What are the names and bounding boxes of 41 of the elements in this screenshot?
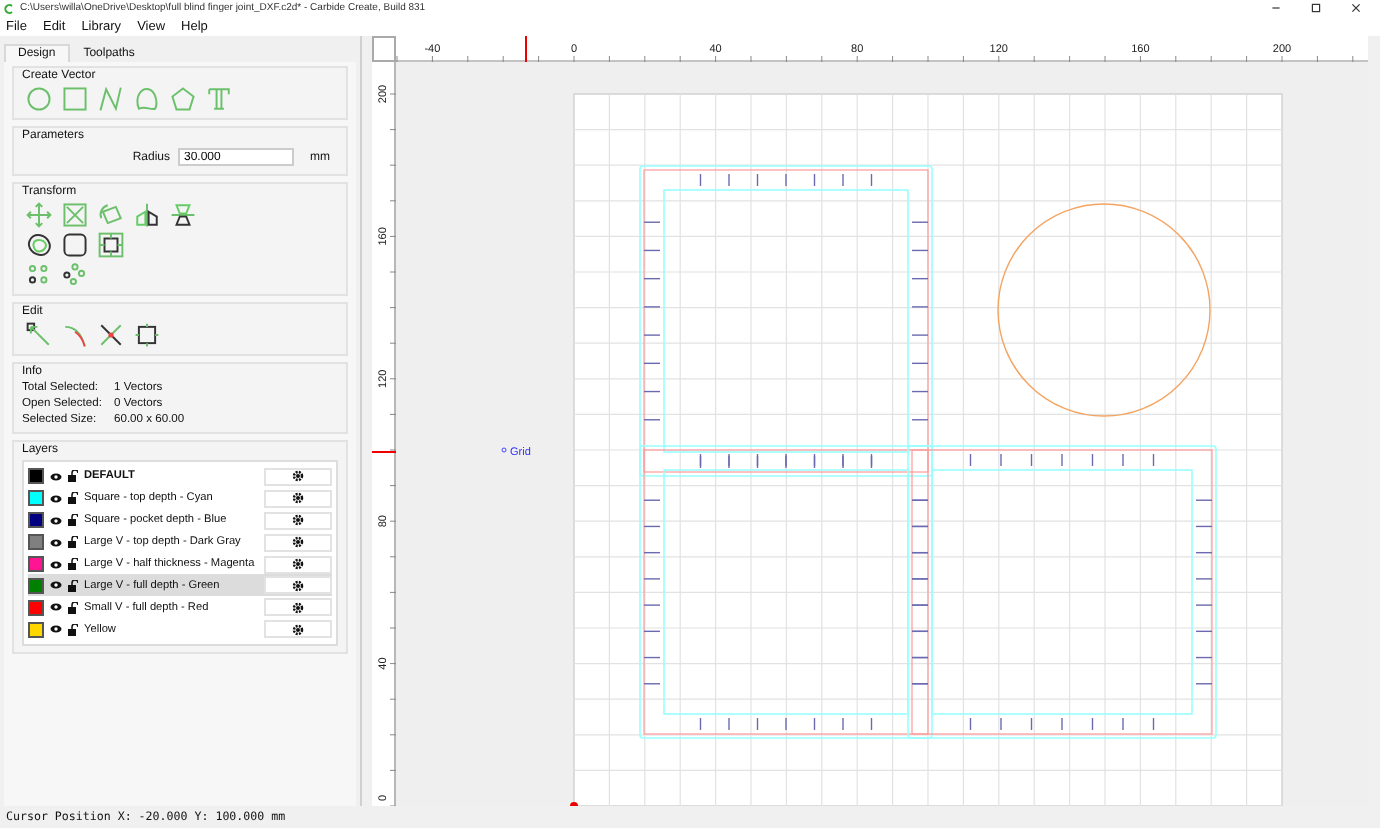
lock-icon[interactable] <box>68 536 78 549</box>
eye-icon[interactable] <box>50 537 62 548</box>
eye-icon[interactable] <box>50 559 62 569</box>
square-nodes-icon[interactable] <box>134 322 160 348</box>
layer-settings-button[interactable] <box>264 576 332 595</box>
lock-icon[interactable] <box>68 623 78 636</box>
layer-settings-button[interactable] <box>264 555 332 573</box>
eye-icon[interactable] <box>50 580 62 591</box>
node-arrow-icon[interactable] <box>26 322 52 348</box>
dots-grid-icon[interactable] <box>26 262 52 288</box>
lock-icon[interactable] <box>68 601 78 614</box>
eye-icon[interactable] <box>50 602 62 613</box>
eye-icon[interactable] <box>50 493 62 504</box>
layer-settings-button[interactable] <box>264 511 332 530</box>
close-icon[interactable] <box>1350 2 1362 14</box>
eye-icon[interactable] <box>50 515 62 526</box>
lock-icon[interactable] <box>68 470 78 483</box>
layer-settings-button[interactable] <box>264 533 332 552</box>
grid-point-icon <box>501 447 507 453</box>
offset-icon[interactable] <box>26 232 52 258</box>
maximize-icon[interactable] <box>1310 2 1322 14</box>
lock-icon[interactable] <box>68 514 78 527</box>
crossed-lines-icon[interactable] <box>98 322 124 348</box>
lock-icon[interactable] <box>68 492 78 505</box>
mirror-icon[interactable] <box>170 202 196 228</box>
lock-icon[interactable] <box>68 579 78 592</box>
square-with-nodes-icon[interactable] <box>98 232 124 258</box>
layer-settings-button[interactable] <box>264 620 332 639</box>
curve-segment-icon[interactable] <box>62 322 88 348</box>
app-logo-icon <box>4 3 14 13</box>
mirror-icon[interactable] <box>134 202 160 228</box>
dots-circle-icon[interactable] <box>62 262 88 288</box>
minimize-icon[interactable] <box>1270 2 1282 14</box>
origin-marker <box>570 802 578 806</box>
layer-settings-button[interactable] <box>264 598 332 617</box>
eye-icon[interactable] <box>50 471 62 482</box>
eye-icon[interactable] <box>50 624 62 635</box>
rounded-square-icon[interactable] <box>62 232 88 258</box>
layer-settings-button[interactable] <box>264 489 332 508</box>
lock-icon[interactable] <box>68 558 78 570</box>
layer-settings-button[interactable] <box>264 467 332 486</box>
